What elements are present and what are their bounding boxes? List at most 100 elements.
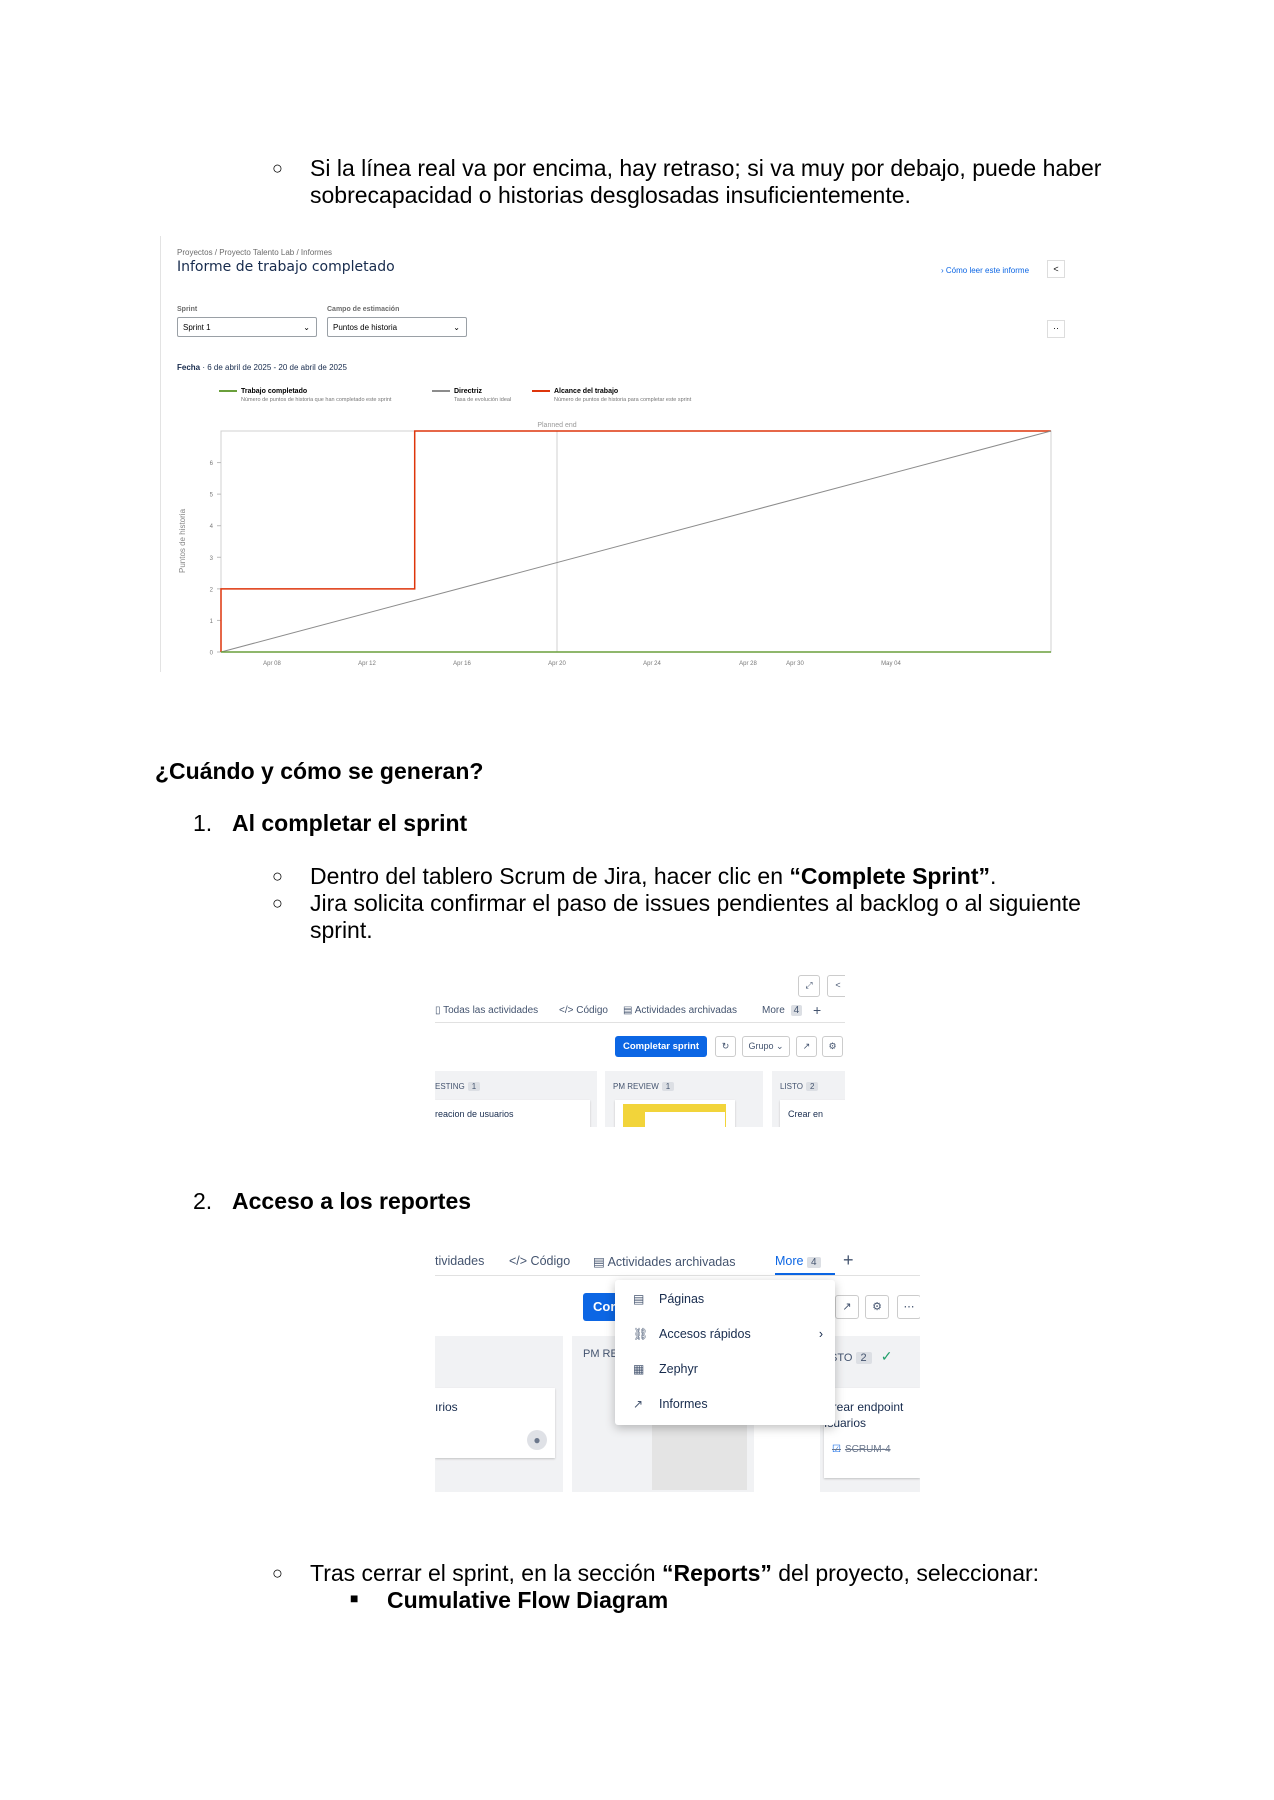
check-icon: ✓ <box>880 1348 893 1364</box>
menu-item-zephyr[interactable]: ▦ Zephyr <box>633 1362 698 1376</box>
column-header: ESTING 1 <box>435 1082 481 1091</box>
menu-item-reports[interactable]: ↗ Informes <box>633 1397 708 1411</box>
x-tick-label: Apr 24 <box>643 661 661 667</box>
chart-icon: ↗ <box>633 1397 644 1411</box>
task-card-thumbnail[interactable] <box>615 1100 735 1127</box>
column-count: 2 <box>855 1352 872 1364</box>
step1-bullet-1-end: . <box>990 863 997 889</box>
step2-number: 2. <box>193 1188 213 1214</box>
y-tick-label: 4 <box>210 524 214 530</box>
card-title: Crear en <box>788 1109 824 1119</box>
checkbox-icon: ☑ <box>832 1444 841 1455</box>
reports-phrase: “Reports” <box>661 1560 772 1586</box>
refresh-icon[interactable]: ↻ <box>715 1036 736 1057</box>
bullet-circle: ○ <box>272 866 283 886</box>
tab-more[interactable]: More 4 <box>762 1005 803 1016</box>
task-card[interactable]: Crear en <box>780 1100 845 1127</box>
section-heading: ¿Cuándo y cómo se generan? <box>155 758 484 784</box>
column-name: LISTO <box>780 1082 803 1091</box>
more-options-icon[interactable]: ⋯ <box>897 1295 920 1319</box>
tab-label: Actividades archivadas <box>607 1255 736 1269</box>
tab-archived[interactable]: ▤ Actividades archivadas <box>623 1005 737 1016</box>
settings-icon[interactable]: ⚙ <box>865 1295 889 1319</box>
expand-icon[interactable]: ⤢ <box>798 975 820 997</box>
insights-icon[interactable]: ↗ <box>835 1295 859 1319</box>
planned-end-label: Planned end <box>537 422 576 429</box>
tab-label: Actividades archivadas <box>634 1005 737 1016</box>
tab-activities[interactable]: tividades <box>435 1254 484 1268</box>
settings-icon[interactable]: ⚙ <box>822 1036 843 1057</box>
add-tab-icon[interactable]: + <box>843 1250 854 1271</box>
bottom-bullet-end: del proyecto, seleccionar: <box>771 1560 1040 1586</box>
tab-code[interactable]: </> Código <box>559 1005 608 1016</box>
column-count: 1 <box>661 1082 675 1091</box>
y-tick-label: 6 <box>210 461 214 467</box>
tab-divider <box>435 1275 920 1276</box>
card-title: reacion de usuarios <box>435 1109 514 1119</box>
task-card[interactable]: ırios ● <box>435 1388 555 1458</box>
bullet-circle: ○ <box>272 893 283 913</box>
x-tick-label: Apr 16 <box>453 661 471 667</box>
zephyr-icon: ▦ <box>633 1362 645 1376</box>
group-label: Grupo <box>748 1041 774 1051</box>
group-button[interactable]: Grupo ⌄ <box>742 1036 790 1057</box>
step1-bullet-1: Dentro del tablero Scrum de Jira, hacer … <box>310 863 1140 890</box>
link-icon: ⛓ <box>633 1327 649 1341</box>
y-tick-label: 3 <box>210 556 214 562</box>
share-icon[interactable]: < <box>827 975 845 997</box>
bottom-bullet: Tras cerrar el sprint, en la sección “Re… <box>310 1560 1140 1587</box>
y-axis-label: Puntos de historia <box>178 508 187 573</box>
tab-all-activities[interactable]: ▯ Todas las actividades <box>435 1005 538 1016</box>
board-screenshot-2: tividades </> Código ▤ Actividades archi… <box>435 1240 920 1492</box>
task-card[interactable]: Crear endpoint ısuarios ☑ SCRUM-4 <box>824 1388 920 1478</box>
more-count: 4 <box>806 1257 821 1268</box>
issue-key-label: SCRUM-4 <box>844 1444 891 1455</box>
report-screenshot: Proyectos / Proyecto Talento Lab / Infor… <box>160 236 1066 672</box>
tab-divider <box>435 1022 845 1023</box>
board-screenshot-1: ⤢ < ▯ Todas las actividades </> Código ▤… <box>435 975 845 1127</box>
bottom-bullet-text: Tras cerrar el sprint, en la sección <box>310 1560 662 1586</box>
y-tick-label: 2 <box>210 587 214 593</box>
burnup-chart: 0 1 2 3 4 5 6 Apr 08 Apr 12 Apr 16 Apr 20 Apr 24 Ap… <box>178 422 1052 667</box>
tab-more[interactable]: More 4 <box>775 1254 821 1268</box>
tab-archived[interactable]: ▤ Actividades archivadas <box>593 1254 735 1269</box>
x-tick-label: Apr 30 <box>786 661 804 667</box>
series-line-directriz <box>220 430 1052 653</box>
menu-item-label: Zephyr <box>659 1362 698 1376</box>
menu-item-label: Páginas <box>659 1292 705 1306</box>
y-tick-label: 1 <box>210 619 214 625</box>
x-tick-label: May 04 <box>881 661 901 667</box>
pages-icon: ▤ <box>633 1292 645 1306</box>
x-tick-label: Apr 28 <box>739 661 757 667</box>
step1-bullet-1-text: Dentro del tablero Scrum de Jira, hacer … <box>310 863 790 889</box>
more-dropdown-menu: ▤ Páginas ⛓ Accesos rápidos › ▦ Zephyr ↗ Info… <box>615 1280 835 1425</box>
more-count: 4 <box>790 1005 803 1016</box>
column-name: PM RE <box>583 1348 618 1360</box>
cumulative-flow-item: Cumulative Flow Diagram <box>387 1587 669 1613</box>
y-tick-label: 0 <box>210 651 214 657</box>
bullet-circle: ○ <box>272 1563 283 1583</box>
y-tick-label: 5 <box>210 493 214 499</box>
menu-item-pages[interactable]: ▤ Páginas <box>633 1292 704 1306</box>
step2-title: Acceso a los reportes <box>232 1188 472 1214</box>
card-title-line-1: Crear endpoint <box>824 1400 904 1414</box>
complete-sprint-button[interactable]: Completar sprint <box>615 1036 707 1057</box>
insights-icon[interactable]: ↗ <box>796 1036 817 1057</box>
tab-label: Código <box>530 1254 571 1268</box>
menu-item-shortcuts[interactable]: ⛓ Accesos rápidos › <box>633 1327 823 1341</box>
task-card[interactable]: reacion de usuarios <box>435 1100 590 1127</box>
menu-item-label: Accesos rápidos <box>659 1327 751 1341</box>
column-header: PM REVIEW 1 <box>613 1082 675 1091</box>
step1-number: 1. <box>193 810 213 836</box>
step1-bullet-2: Jira solicita confirmar el paso de issue… <box>310 890 1081 943</box>
tab-code[interactable]: </> Código <box>509 1254 570 1268</box>
thumbnail-inner <box>645 1112 725 1127</box>
column-name: ESTING <box>435 1082 465 1091</box>
tab-label: More <box>775 1254 804 1268</box>
x-tick-label: Apr 08 <box>263 661 281 667</box>
step1-title: Al completar el sprint <box>232 810 468 836</box>
card-title: ırios <box>435 1400 458 1414</box>
add-tab-icon[interactable]: + <box>813 1002 821 1018</box>
bullet-circle: ○ <box>272 158 283 178</box>
tab-label: Todas las actividades <box>443 1005 539 1016</box>
